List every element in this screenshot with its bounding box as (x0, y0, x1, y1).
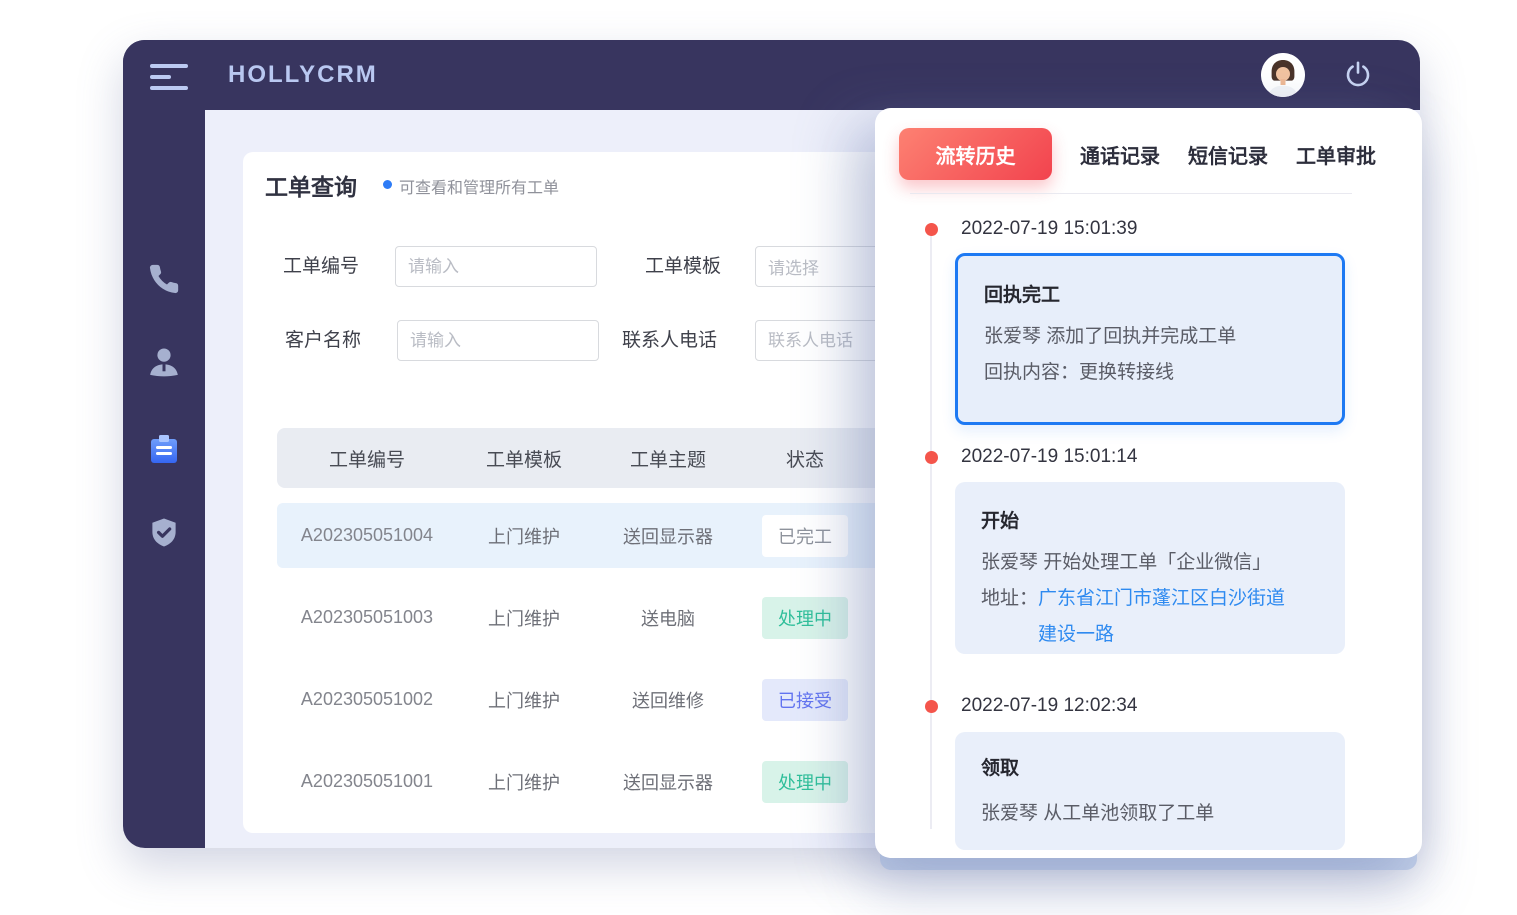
customer-input[interactable] (397, 320, 599, 361)
tab-approval[interactable]: 工单审批 (1296, 140, 1376, 169)
subtitle-dot (383, 180, 392, 189)
col-header-status: 状态 (745, 445, 865, 472)
status-badge: 处理中 (762, 761, 848, 803)
timeline-line (930, 229, 932, 829)
template-label: 工单模板 (645, 246, 721, 287)
phone-label: 联系人电话 (622, 320, 717, 361)
user-icon (146, 344, 182, 380)
timeline-card-start: 开始 张爱琴 开始处理工单「企业微信」 地址： 广东省江门市蓬江区白沙街道建设一… (955, 482, 1345, 654)
status-badge: 已接受 (762, 679, 848, 721)
phone-icon (147, 262, 181, 296)
order-no-input[interactable] (395, 246, 597, 287)
col-header-template: 工单模板 (457, 445, 591, 472)
customer-label: 客户名称 (285, 320, 361, 361)
address-link[interactable]: 广东省江门市蓬江区白沙街道建设一路 (1038, 581, 1296, 653)
sidebar-item-customers[interactable] (123, 344, 205, 380)
col-header-topic: 工单主题 (591, 445, 745, 472)
tabs-divider (910, 193, 1352, 194)
timeline-card-text: 张爱琴 开始处理工单「企业微信」 (981, 545, 1319, 581)
detail-tabs: 流转历史 通话记录 短信记录 工单审批 (899, 128, 1376, 180)
tab-sms-records[interactable]: 短信记录 (1188, 140, 1268, 169)
workorder-detail-panel: 流转历史 通话记录 短信记录 工单审批 2022-07-19 15:01:39 … (875, 108, 1422, 858)
timeline-card-completed: 回执完工 张爱琴 添加了回执并完成工单 回执内容：更换转接线 (955, 253, 1345, 425)
sidebar-item-workorders[interactable] (123, 432, 205, 466)
screenshot-stage: HOLLYCRM (0, 0, 1517, 915)
timeline-timestamp: 2022-07-19 15:01:14 (961, 444, 1137, 470)
page-subtitle: 可查看和管理所有工单 (399, 174, 559, 198)
tab-call-records[interactable]: 通话记录 (1080, 140, 1160, 169)
timeline-card-title: 开始 (981, 506, 1319, 533)
clipboard-icon (147, 432, 181, 466)
timeline-card-text: 张爱琴 添加了回执并完成工单 (984, 319, 1316, 355)
timeline-card-text: 回执内容：更换转接线 (984, 355, 1316, 391)
user-avatar[interactable] (1261, 53, 1305, 97)
timeline-card-title: 领取 (981, 753, 1319, 780)
timeline-card-claimed: 领取 张爱琴 从工单池领取了工单 (955, 732, 1345, 850)
order-no-label: 工单编号 (283, 246, 359, 287)
template-select-placeholder: 请选择 (768, 254, 819, 279)
status-badge: 处理中 (762, 597, 848, 639)
timeline-dot (925, 223, 938, 236)
tab-flow-history[interactable]: 流转历史 (899, 128, 1052, 180)
shield-icon (147, 516, 181, 550)
power-icon[interactable] (1343, 60, 1373, 90)
sidebar-item-security[interactable] (123, 516, 205, 550)
page-title: 工单查询 (265, 168, 357, 202)
menu-toggle-icon[interactable] (150, 64, 188, 90)
timeline-dot (925, 700, 938, 713)
timeline-card-title: 回执完工 (984, 280, 1316, 307)
timeline-card-text: 张爱琴 从工单池领取了工单 (981, 796, 1319, 832)
sidebar-item-calls[interactable] (123, 262, 205, 296)
timeline-timestamp: 2022-07-19 12:02:34 (961, 693, 1137, 719)
status-badge: 已完工 (762, 515, 848, 557)
app-logo: HOLLYCRM (228, 40, 378, 110)
timeline-dot (925, 451, 938, 464)
address-label: 地址： (981, 581, 1038, 653)
col-header-order-no: 工单编号 (277, 445, 457, 472)
timeline-timestamp: 2022-07-19 15:01:39 (961, 216, 1137, 242)
